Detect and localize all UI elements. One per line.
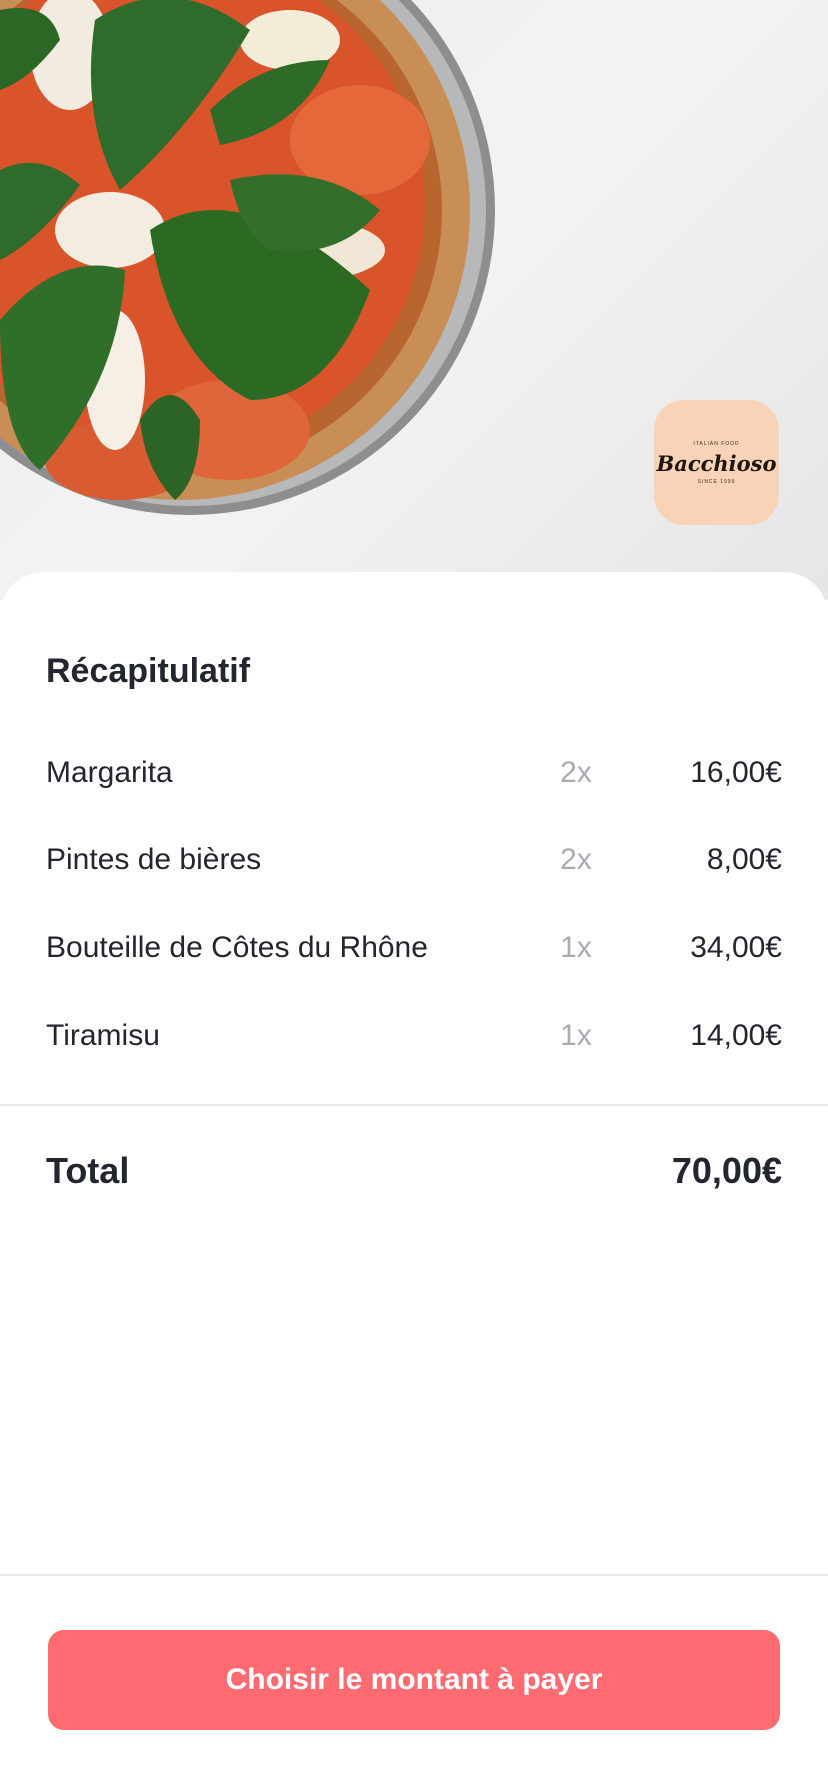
logo-name: Bacchioso bbox=[656, 450, 777, 476]
item-price: 8,00€ bbox=[706, 843, 782, 876]
logo-tagline: ITALIAN FOOD bbox=[693, 440, 740, 447]
item-name: Bouteille de Côtes du Rhône bbox=[46, 931, 428, 964]
summary-divider bbox=[0, 1104, 828, 1106]
total-label: Total bbox=[46, 1150, 130, 1191]
footer-divider bbox=[0, 1574, 828, 1576]
order-item: Tiramisu 1x 14,00€ bbox=[46, 1019, 782, 1059]
item-name: Pintes de bières bbox=[46, 843, 262, 876]
order-summary-sheet: Récapitulatif Margarita 2x 16,00€ Pintes… bbox=[0, 572, 828, 1792]
item-name: Tiramisu bbox=[46, 1019, 160, 1052]
summary-title: Récapitulatif bbox=[46, 652, 251, 690]
choose-amount-button[interactable]: Choisir le montant à payer bbox=[48, 1630, 780, 1730]
total-value: 70,00€ bbox=[671, 1150, 782, 1191]
restaurant-logo: ITALIAN FOOD Bacchioso SINCE 1999 bbox=[654, 400, 779, 525]
order-item: Margarita 2x 16,00€ bbox=[46, 756, 782, 796]
item-price: 14,00€ bbox=[690, 1019, 782, 1052]
logo-since: SINCE 1999 bbox=[697, 478, 736, 485]
order-item: Bouteille de Côtes du Rhône 1x 34,00€ bbox=[46, 931, 782, 971]
item-quantity: 1x bbox=[560, 1019, 592, 1052]
item-quantity: 2x bbox=[560, 756, 592, 789]
item-price: 16,00€ bbox=[690, 756, 782, 789]
hero-image: ITALIAN FOOD Bacchioso SINCE 1999 bbox=[0, 0, 828, 600]
item-quantity: 1x bbox=[560, 931, 592, 964]
order-item: Pintes de bières 2x 8,00€ bbox=[46, 843, 782, 883]
item-name: Margarita bbox=[46, 756, 173, 789]
item-price: 34,00€ bbox=[690, 931, 782, 964]
item-quantity: 2x bbox=[560, 843, 592, 876]
